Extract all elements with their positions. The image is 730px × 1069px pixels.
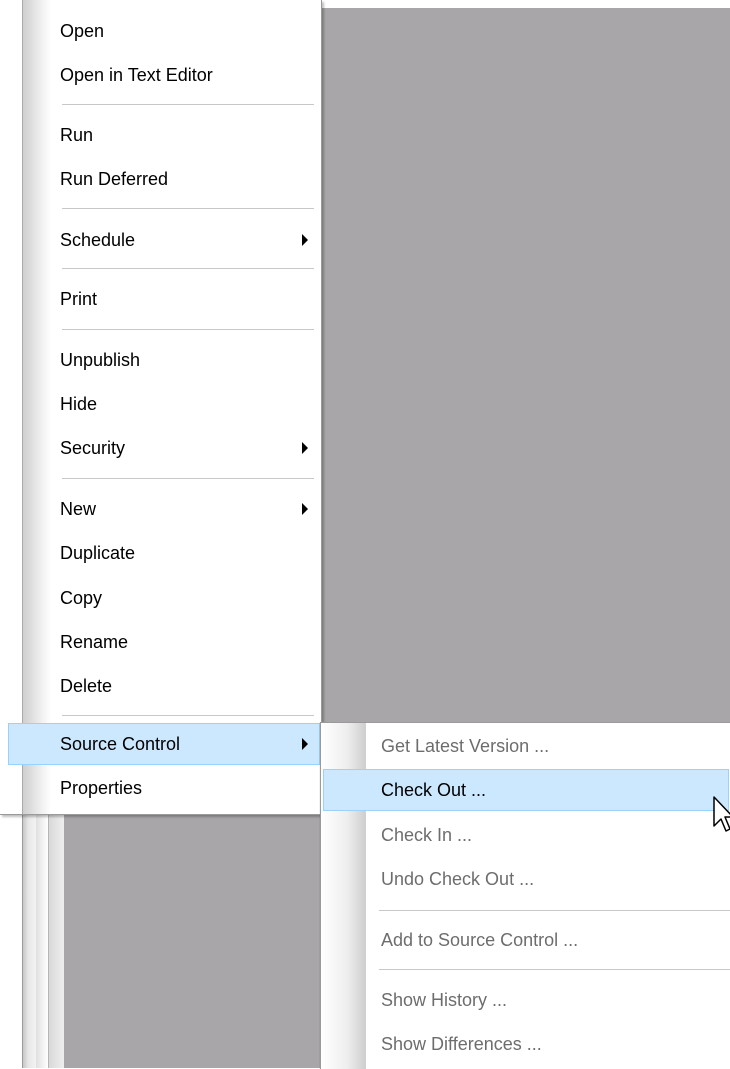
menu-item-print[interactable]: Print bbox=[60, 279, 97, 319]
submenu-arrow-icon bbox=[302, 503, 308, 515]
submenu-arrow-icon bbox=[302, 738, 308, 750]
menu-separator bbox=[62, 104, 314, 106]
submenu-item-show-history[interactable]: Show History ... bbox=[381, 980, 507, 1020]
menu-item-run[interactable]: Run bbox=[60, 115, 93, 155]
menu-item-hide[interactable]: Hide bbox=[60, 384, 97, 424]
menu-item-security[interactable]: Security bbox=[60, 428, 125, 468]
menu-item-delete[interactable]: Delete bbox=[60, 666, 112, 706]
menu-item-properties[interactable]: Properties bbox=[60, 768, 142, 808]
submenu-item-check-in[interactable]: Check In ... bbox=[381, 815, 472, 855]
menu-item-open-in-text-editor[interactable]: Open in Text Editor bbox=[60, 55, 213, 95]
menu-item-unpublish[interactable]: Unpublish bbox=[60, 340, 140, 380]
menu-item-source-control[interactable]: Source Control bbox=[60, 724, 180, 764]
submenu-item-add-to-source-control[interactable]: Add to Source Control ... bbox=[381, 920, 578, 960]
menu-item-new[interactable]: New bbox=[60, 489, 96, 529]
submenu-arrow-icon bbox=[302, 442, 308, 454]
menu-separator bbox=[62, 268, 314, 270]
submenu-item-undo-check-out[interactable]: Undo Check Out ... bbox=[381, 859, 534, 899]
submenu-separator bbox=[379, 910, 730, 911]
source-control-submenu: Get Latest Version ... Check Out ... Che… bbox=[320, 722, 730, 1069]
submenu-arrow-icon bbox=[302, 234, 308, 246]
menu-item-copy[interactable]: Copy bbox=[60, 578, 102, 618]
submenu-item-check-out[interactable]: Check Out ... bbox=[381, 770, 486, 810]
menu-separator bbox=[62, 329, 314, 331]
menu-separator bbox=[62, 478, 314, 480]
submenu-item-show-differences[interactable]: Show Differences ... bbox=[381, 1024, 542, 1064]
submenu-item-get-latest-version[interactable]: Get Latest Version ... bbox=[381, 726, 549, 766]
context-menu: Open Open in Text Editor Run Run Deferre… bbox=[0, 0, 322, 815]
menu-item-open[interactable]: Open bbox=[60, 11, 104, 51]
menu-item-schedule[interactable]: Schedule bbox=[60, 220, 135, 260]
menu-item-rename[interactable]: Rename bbox=[60, 622, 128, 662]
menu-item-duplicate[interactable]: Duplicate bbox=[60, 533, 135, 573]
menu-icon-gutter bbox=[22, 0, 51, 814]
menu-separator bbox=[62, 208, 314, 210]
mouse-pointer-icon bbox=[713, 796, 730, 832]
menu-item-run-deferred[interactable]: Run Deferred bbox=[60, 159, 168, 199]
submenu-separator bbox=[379, 969, 730, 970]
menu-separator bbox=[62, 715, 314, 717]
